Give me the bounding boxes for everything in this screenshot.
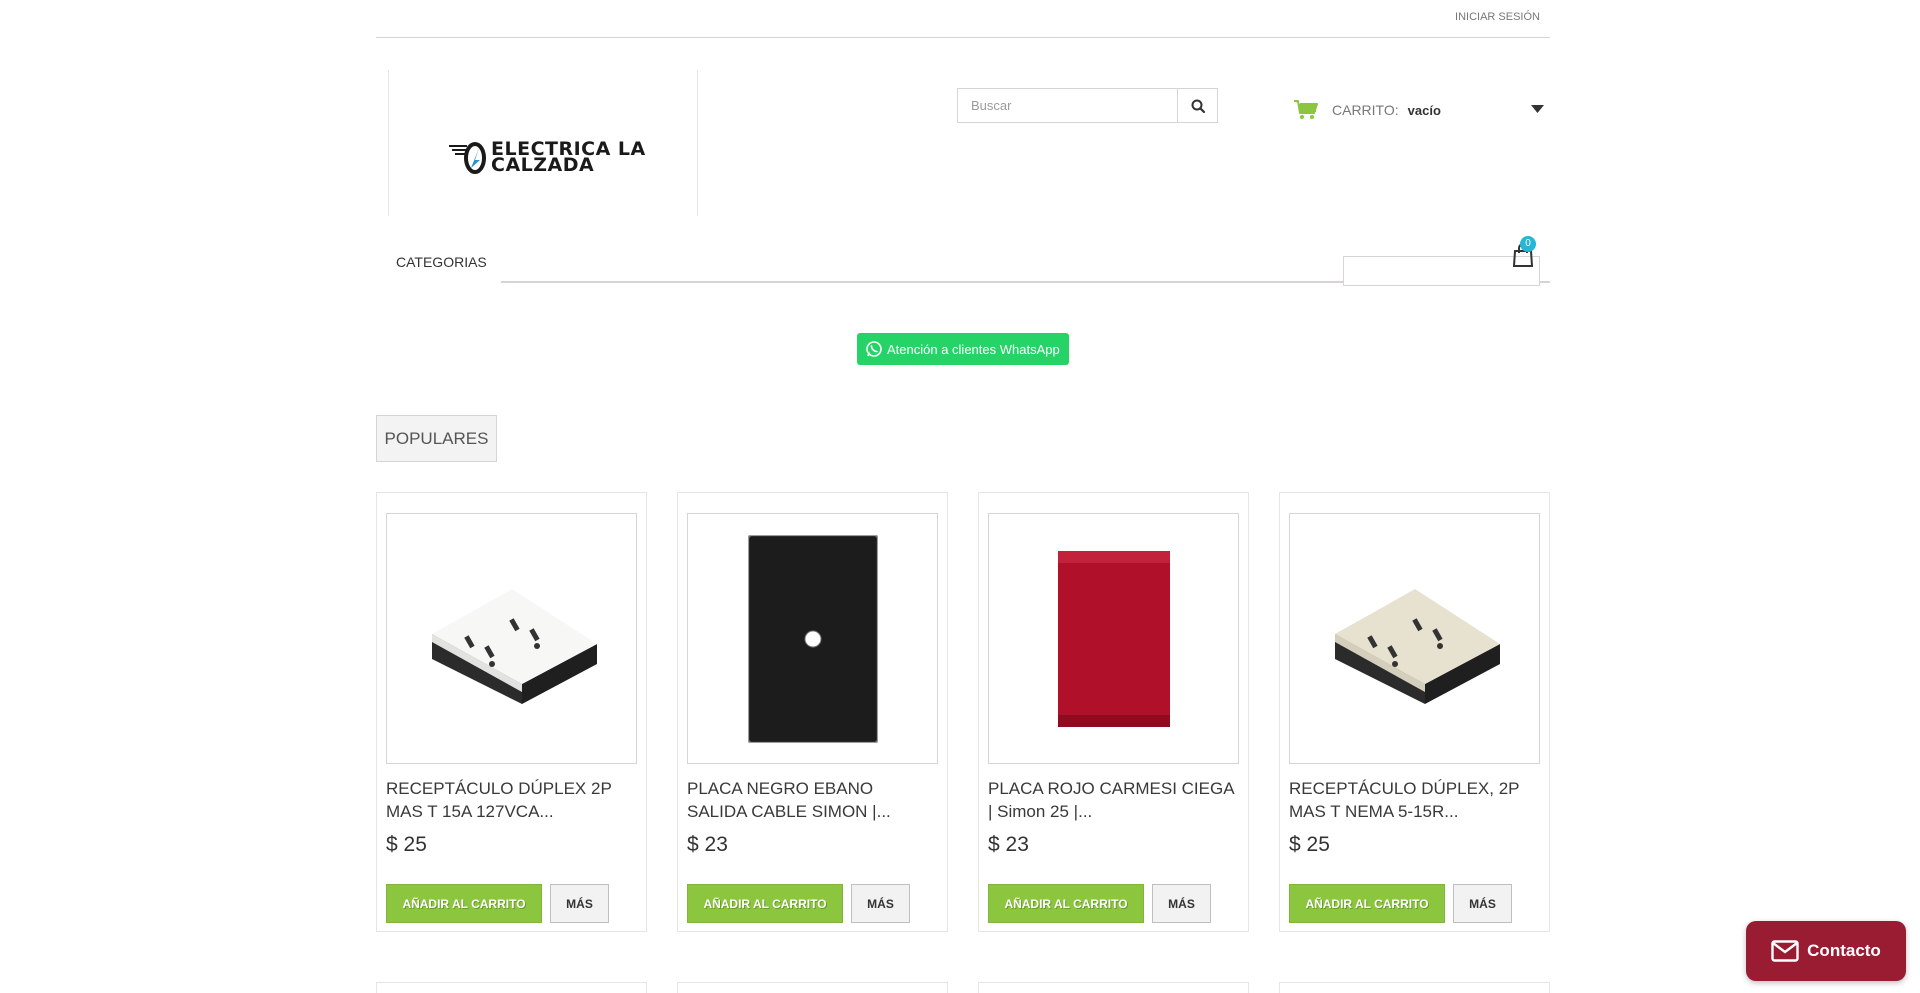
more-button[interactable]: MÁS <box>1453 884 1512 923</box>
lightning-logo-icon <box>449 142 486 174</box>
add-to-cart-button[interactable]: AÑADIR AL CARRITO <box>988 884 1144 923</box>
product-name[interactable]: PLACA NEGRO EBANO SALIDA CABLE SIMON |..… <box>687 777 937 823</box>
categories-bar: CATEGORIAS 0 <box>376 236 1550 286</box>
product-image[interactable] <box>386 513 637 764</box>
add-to-cart-button[interactable]: AÑADIR AL CARRITO <box>687 884 843 923</box>
tab-populares[interactable]: POPULARES <box>376 415 497 462</box>
logo-text: ELECTRICA LA CALZADA <box>491 140 646 175</box>
cart-count-badge: 0 <box>1520 236 1536 252</box>
envelope-icon <box>1771 940 1799 962</box>
search-button[interactable] <box>1178 88 1218 123</box>
login-link[interactable]: INICIAR SESIÓN <box>1455 11 1540 23</box>
store-logo[interactable]: ELECTRICA LA CALZADA <box>449 140 646 175</box>
search-bar <box>957 88 1218 123</box>
add-to-cart-button[interactable]: AÑADIR AL CARRITO <box>386 884 542 923</box>
white-duplex-outlet-image <box>431 588 597 704</box>
caret-down-icon[interactable] <box>1531 105 1544 113</box>
logo-container: ELECTRICA LA CALZADA <box>388 70 698 216</box>
product-card <box>376 982 647 993</box>
product-card: PLACA NEGRO EBANO SALIDA CABLE SIMON |..… <box>677 492 948 932</box>
product-image[interactable] <box>687 513 938 764</box>
product-card: RECEPTÁCULO DÚPLEX 2P MAS T 15A 127VCA..… <box>376 492 647 932</box>
product-card: PLACA ROJO CARMESI CIEGA | Simon 25 |...… <box>978 492 1249 932</box>
search-icon <box>1191 99 1205 113</box>
categories-menu[interactable]: CATEGORIAS <box>396 254 487 270</box>
ivory-duplex-outlet-image <box>1334 588 1500 704</box>
contact-label: Contacto <box>1807 941 1881 960</box>
product-card <box>978 982 1249 993</box>
cart-value: vacío <box>1407 102 1441 118</box>
cart-summary[interactable]: CARRITO: vacío <box>1294 96 1544 124</box>
whatsapp-label: Atención a clientes WhatsApp <box>887 341 1060 357</box>
more-button[interactable]: MÁS <box>550 884 609 923</box>
whatsapp-icon <box>866 341 882 357</box>
product-name[interactable]: RECEPTÁCULO DÚPLEX 2P MAS T 15A 127VCA..… <box>386 777 636 823</box>
more-button[interactable]: MÁS <box>1152 884 1211 923</box>
contact-button[interactable]: Contacto <box>1746 921 1906 981</box>
add-to-cart-button[interactable]: AÑADIR AL CARRITO <box>1289 884 1445 923</box>
product-image[interactable] <box>1289 513 1540 764</box>
product-price: $ 23 <box>687 833 728 856</box>
more-button[interactable]: MÁS <box>851 884 910 923</box>
product-name[interactable]: RECEPTÁCULO DÚPLEX, 2P MAS T NEMA 5-15R.… <box>1289 777 1539 823</box>
product-card <box>1279 982 1550 993</box>
product-card: RECEPTÁCULO DÚPLEX, 2P MAS T NEMA 5-15R.… <box>1279 492 1550 932</box>
product-image[interactable] <box>988 513 1239 764</box>
product-price: $ 23 <box>988 833 1029 856</box>
product-price: $ 25 <box>386 833 427 856</box>
cart-label: CARRITO: <box>1332 102 1399 118</box>
red-blank-plate-image <box>1057 550 1170 727</box>
search-input[interactable] <box>957 88 1178 123</box>
product-card <box>677 982 948 993</box>
whatsapp-button[interactable]: Atención a clientes WhatsApp <box>857 333 1069 365</box>
product-name[interactable]: PLACA ROJO CARMESI CIEGA | Simon 25 |... <box>988 777 1238 823</box>
product-price: $ 25 <box>1289 833 1330 856</box>
shopping-cart-icon <box>1294 100 1318 119</box>
top-bar: INICIAR SESIÓN <box>376 0 1550 38</box>
black-cable-plate-image <box>748 535 877 742</box>
